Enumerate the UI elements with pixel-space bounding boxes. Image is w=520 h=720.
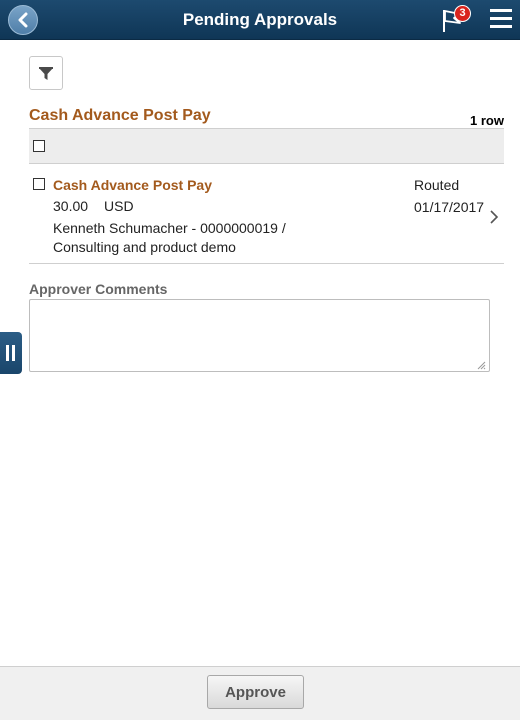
row-status: Routed — [414, 177, 460, 193]
resize-grip-icon[interactable] — [476, 360, 486, 370]
side-panel-toggle[interactable] — [0, 332, 22, 374]
approve-button[interactable]: Approve — [207, 675, 304, 709]
row-description-continued: Consulting and product demo — [53, 239, 236, 255]
row-description: Kenneth Schumacher - 0000000019 / — [53, 220, 286, 236]
hamburger-menu-icon — [490, 9, 512, 28]
chevron-right-icon[interactable] — [489, 210, 499, 224]
table-row[interactable]: Cash Advance Post Pay 30.00 USD Kenneth … — [29, 165, 504, 264]
row-count: 1 row — [470, 113, 504, 128]
row-amount: 30.00 — [53, 198, 89, 214]
notification-badge: 3 — [454, 5, 471, 22]
row-currency: USD — [104, 198, 134, 214]
approver-comments-input[interactable] — [29, 299, 490, 372]
filter-icon — [39, 67, 53, 80]
app-header: Pending Approvals 3 — [0, 0, 520, 40]
filter-button[interactable] — [29, 56, 63, 90]
menu-button[interactable] — [490, 9, 512, 31]
section-title: Cash Advance Post Pay — [29, 107, 211, 124]
row-date: 01/17/2017 — [414, 199, 485, 215]
approver-comments-label: Approver Comments — [29, 281, 168, 297]
grid-header — [29, 128, 504, 164]
select-all-checkbox[interactable] — [33, 140, 45, 152]
notifications-button[interactable]: 3 — [440, 5, 471, 34]
footer-bar: Approve — [0, 666, 520, 720]
row-title: Cash Advance Post Pay — [53, 177, 212, 193]
row-checkbox[interactable] — [33, 178, 45, 190]
